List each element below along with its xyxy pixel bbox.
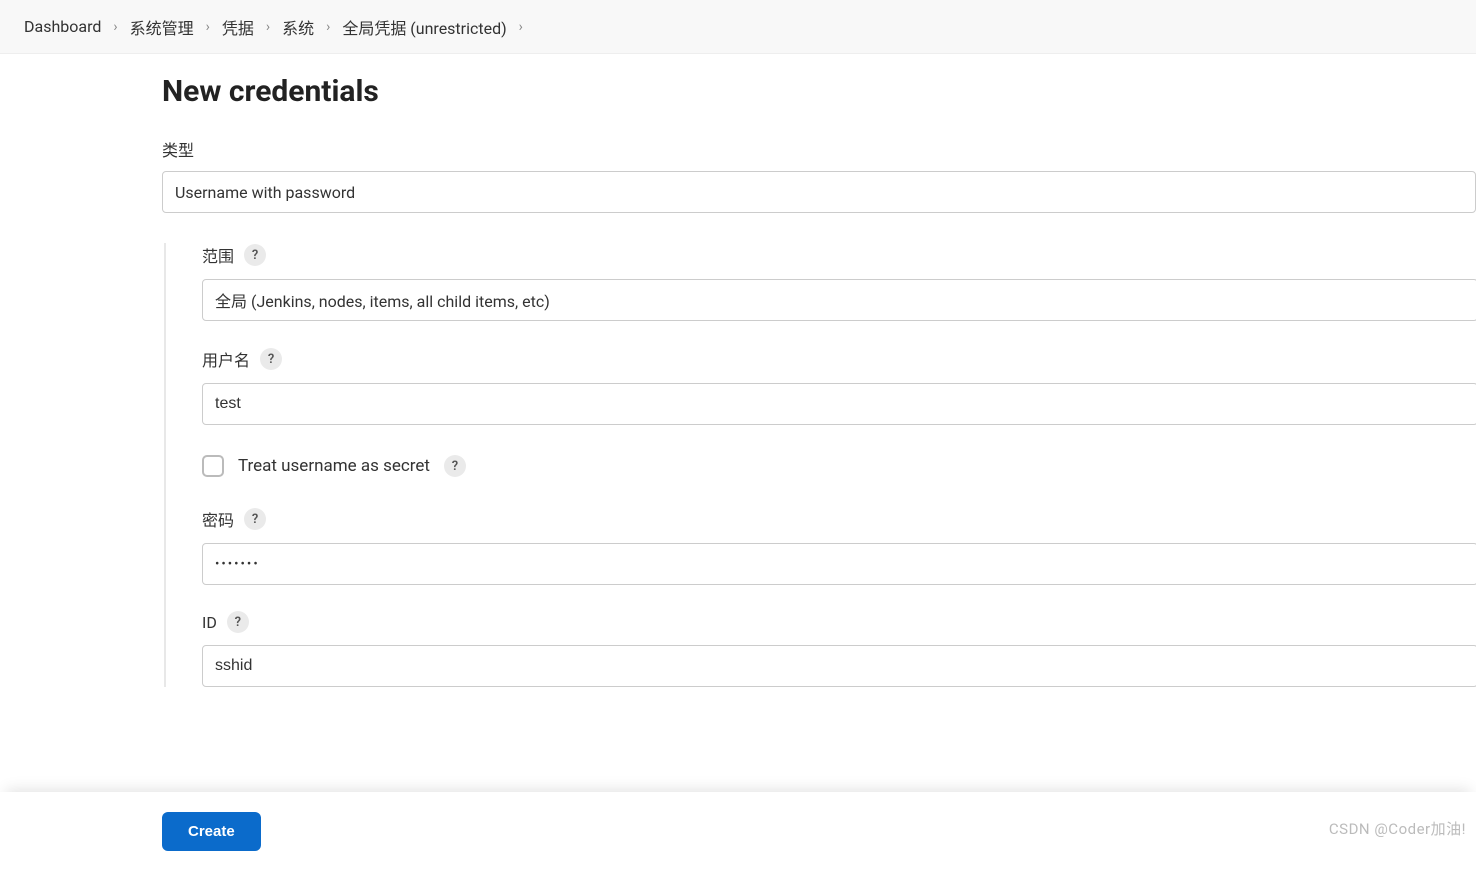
breadcrumb-system-manage[interactable]: 系统管理 [130,15,194,39]
kind-label: 类型 [162,137,1476,161]
chevron-right-icon: › [266,19,270,35]
kind-value: Username with password [175,183,355,202]
treat-secret-row: Treat username as secret ? [202,455,1476,477]
credentials-detail-section: 范围 ? 全局 (Jenkins, nodes, items, all chil… [164,243,1476,687]
id-label: ID [202,613,217,632]
id-group: ID ? [202,611,1476,687]
chevron-right-icon: › [326,19,330,35]
scope-label: 范围 [202,243,234,267]
chevron-right-icon: › [519,19,523,35]
breadcrumb-system[interactable]: 系统 [282,15,314,39]
help-icon[interactable]: ? [227,611,249,633]
create-button[interactable]: Create [162,812,261,851]
bottom-bar: Create [0,792,1476,877]
page-title: New credentials [162,74,1476,109]
breadcrumb-global-creds[interactable]: 全局凭据 (unrestricted) [342,15,506,39]
help-icon[interactable]: ? [244,508,266,530]
password-label: 密码 [202,507,234,531]
main-content: New credentials 类型 Username with passwor… [0,54,1476,687]
username-group: 用户名 ? [202,347,1476,425]
chevron-right-icon: › [206,19,210,35]
help-icon[interactable]: ? [260,348,282,370]
treat-secret-checkbox[interactable] [202,455,224,477]
scope-group: 范围 ? 全局 (Jenkins, nodes, items, all chil… [202,243,1476,321]
help-icon[interactable]: ? [244,244,266,266]
scope-value: 全局 (Jenkins, nodes, items, all child ite… [215,288,550,312]
password-group: 密码 ? ••••••• [202,507,1476,585]
username-label: 用户名 [202,347,250,371]
id-input[interactable] [202,645,1476,687]
scope-select[interactable]: 全局 (Jenkins, nodes, items, all child ite… [202,279,1476,321]
help-icon[interactable]: ? [444,455,466,477]
breadcrumb-dashboard[interactable]: Dashboard [24,17,101,36]
password-input[interactable]: ••••••• [202,543,1476,585]
password-value: ••••••• [215,557,260,572]
kind-select[interactable]: Username with password [162,171,1476,213]
breadcrumb: Dashboard › 系统管理 › 凭据 › 系统 › 全局凭据 (unres… [0,0,1476,54]
breadcrumb-credentials[interactable]: 凭据 [222,15,254,39]
username-input[interactable] [202,383,1476,425]
treat-secret-label: Treat username as secret [238,456,430,476]
chevron-right-icon: › [113,19,117,35]
